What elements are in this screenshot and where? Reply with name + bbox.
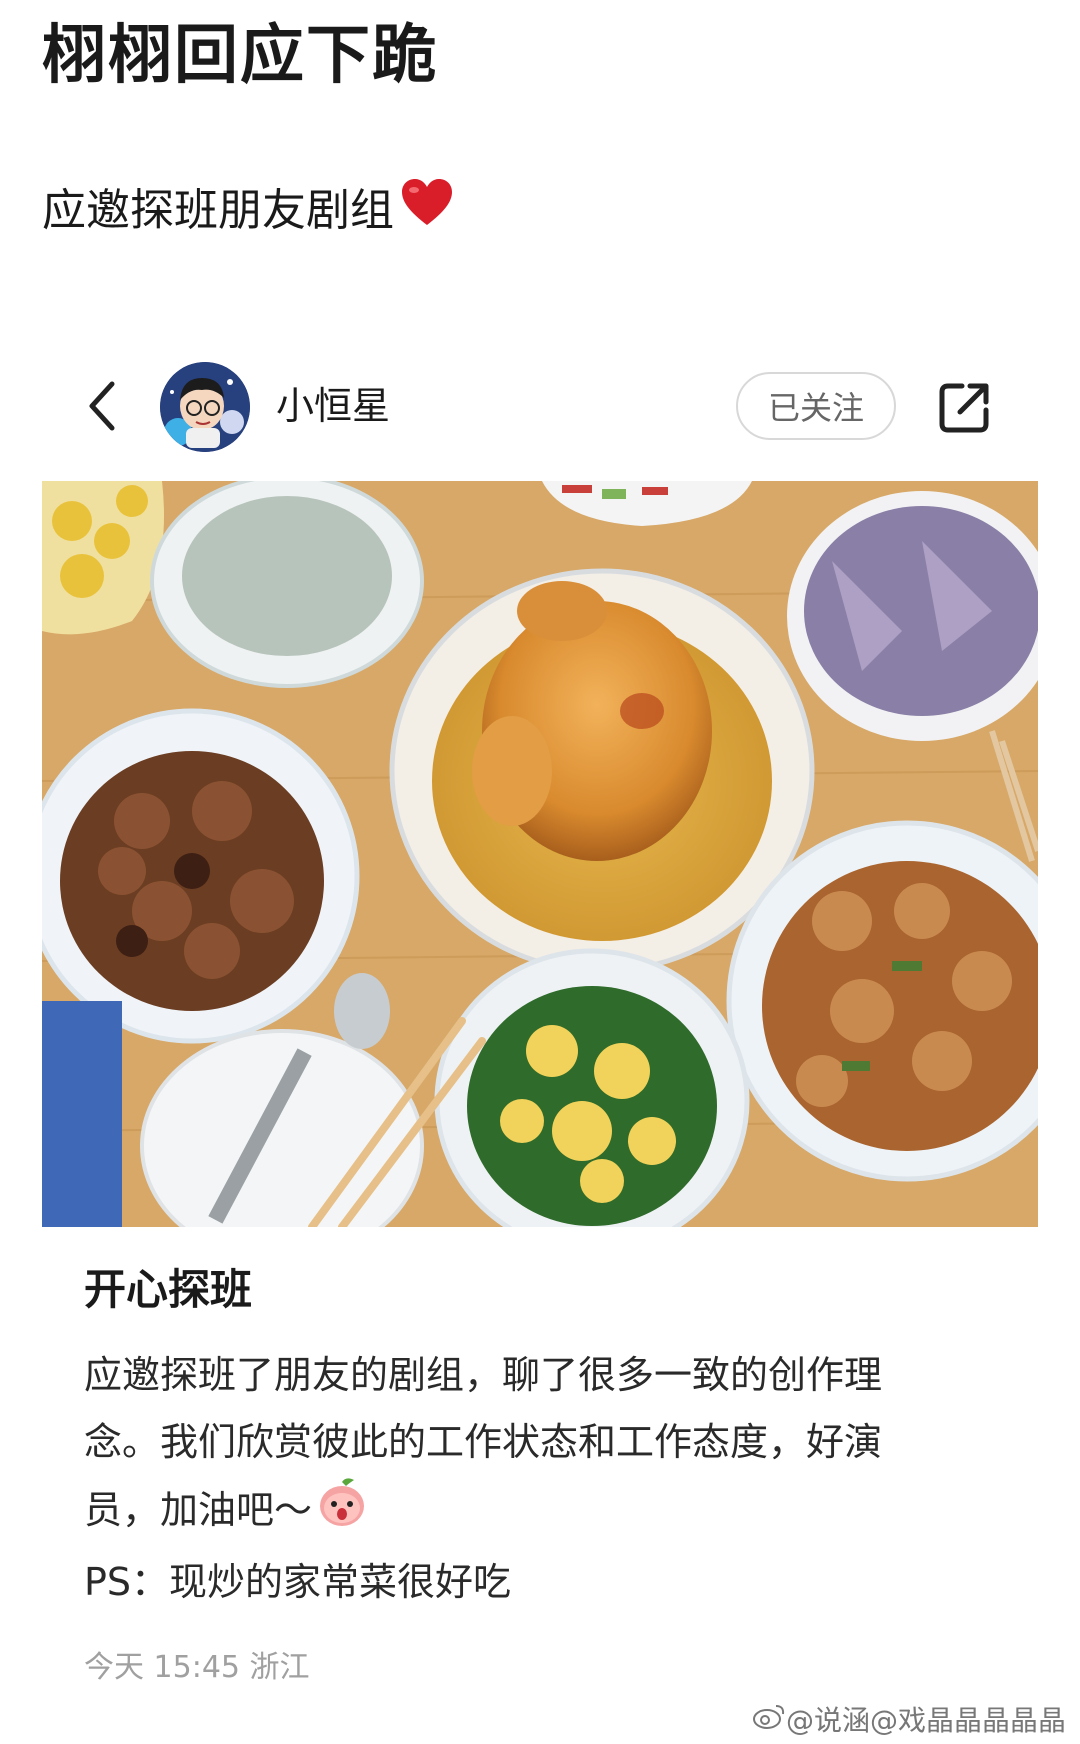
avatar[interactable] — [160, 362, 250, 452]
body-line: 应邀探班了朋友的剧组，聊了很多一致的创作理 — [84, 1353, 883, 1397]
share-button[interactable] — [936, 378, 994, 436]
body-line: 念。我们欣赏彼此的工作状态和工作态度，好演 — [84, 1409, 984, 1476]
post-header: 小恒星 已关注 — [0, 356, 1080, 456]
back-button[interactable] — [78, 376, 128, 436]
subline: 应邀探班朋友剧组 — [42, 178, 454, 244]
body-line-text: 念。我们欣赏彼此的工作状态和工作态度，好演 — [84, 1420, 883, 1464]
author-name[interactable]: 小恒星 — [276, 380, 390, 432]
weibo-icon — [752, 1702, 786, 1739]
follow-button[interactable]: 已关注 — [736, 372, 896, 440]
body-line: PS：现炒的家常菜很好吃 — [84, 1560, 512, 1604]
chevron-left-icon — [89, 381, 115, 431]
watermark-text: @说涵@戏晶晶晶晶晶 — [785, 1703, 1066, 1737]
body-line-text: 员，加油吧～ — [84, 1488, 313, 1532]
subline-text: 应邀探班朋友剧组 — [42, 185, 394, 236]
watermark: @说涵@戏晶晶晶晶晶 — [752, 1702, 1066, 1739]
heart-icon — [400, 178, 454, 244]
post-meta: 今天 15:45 浙江 — [84, 1650, 310, 1685]
peach-face-emoji-icon — [316, 1476, 368, 1549]
post-title: 开心探班 — [84, 1265, 253, 1314]
post-photo[interactable] — [42, 481, 1038, 1227]
post-body: 应邀探班了朋友的剧组，聊了很多一致的创作理 念。我们欣赏彼此的工作状态和工作态度… — [84, 1342, 984, 1616]
headline: 栩栩回应下跪 — [42, 19, 438, 93]
share-icon — [939, 383, 989, 433]
body-line: 员，加油吧～ — [84, 1476, 984, 1549]
